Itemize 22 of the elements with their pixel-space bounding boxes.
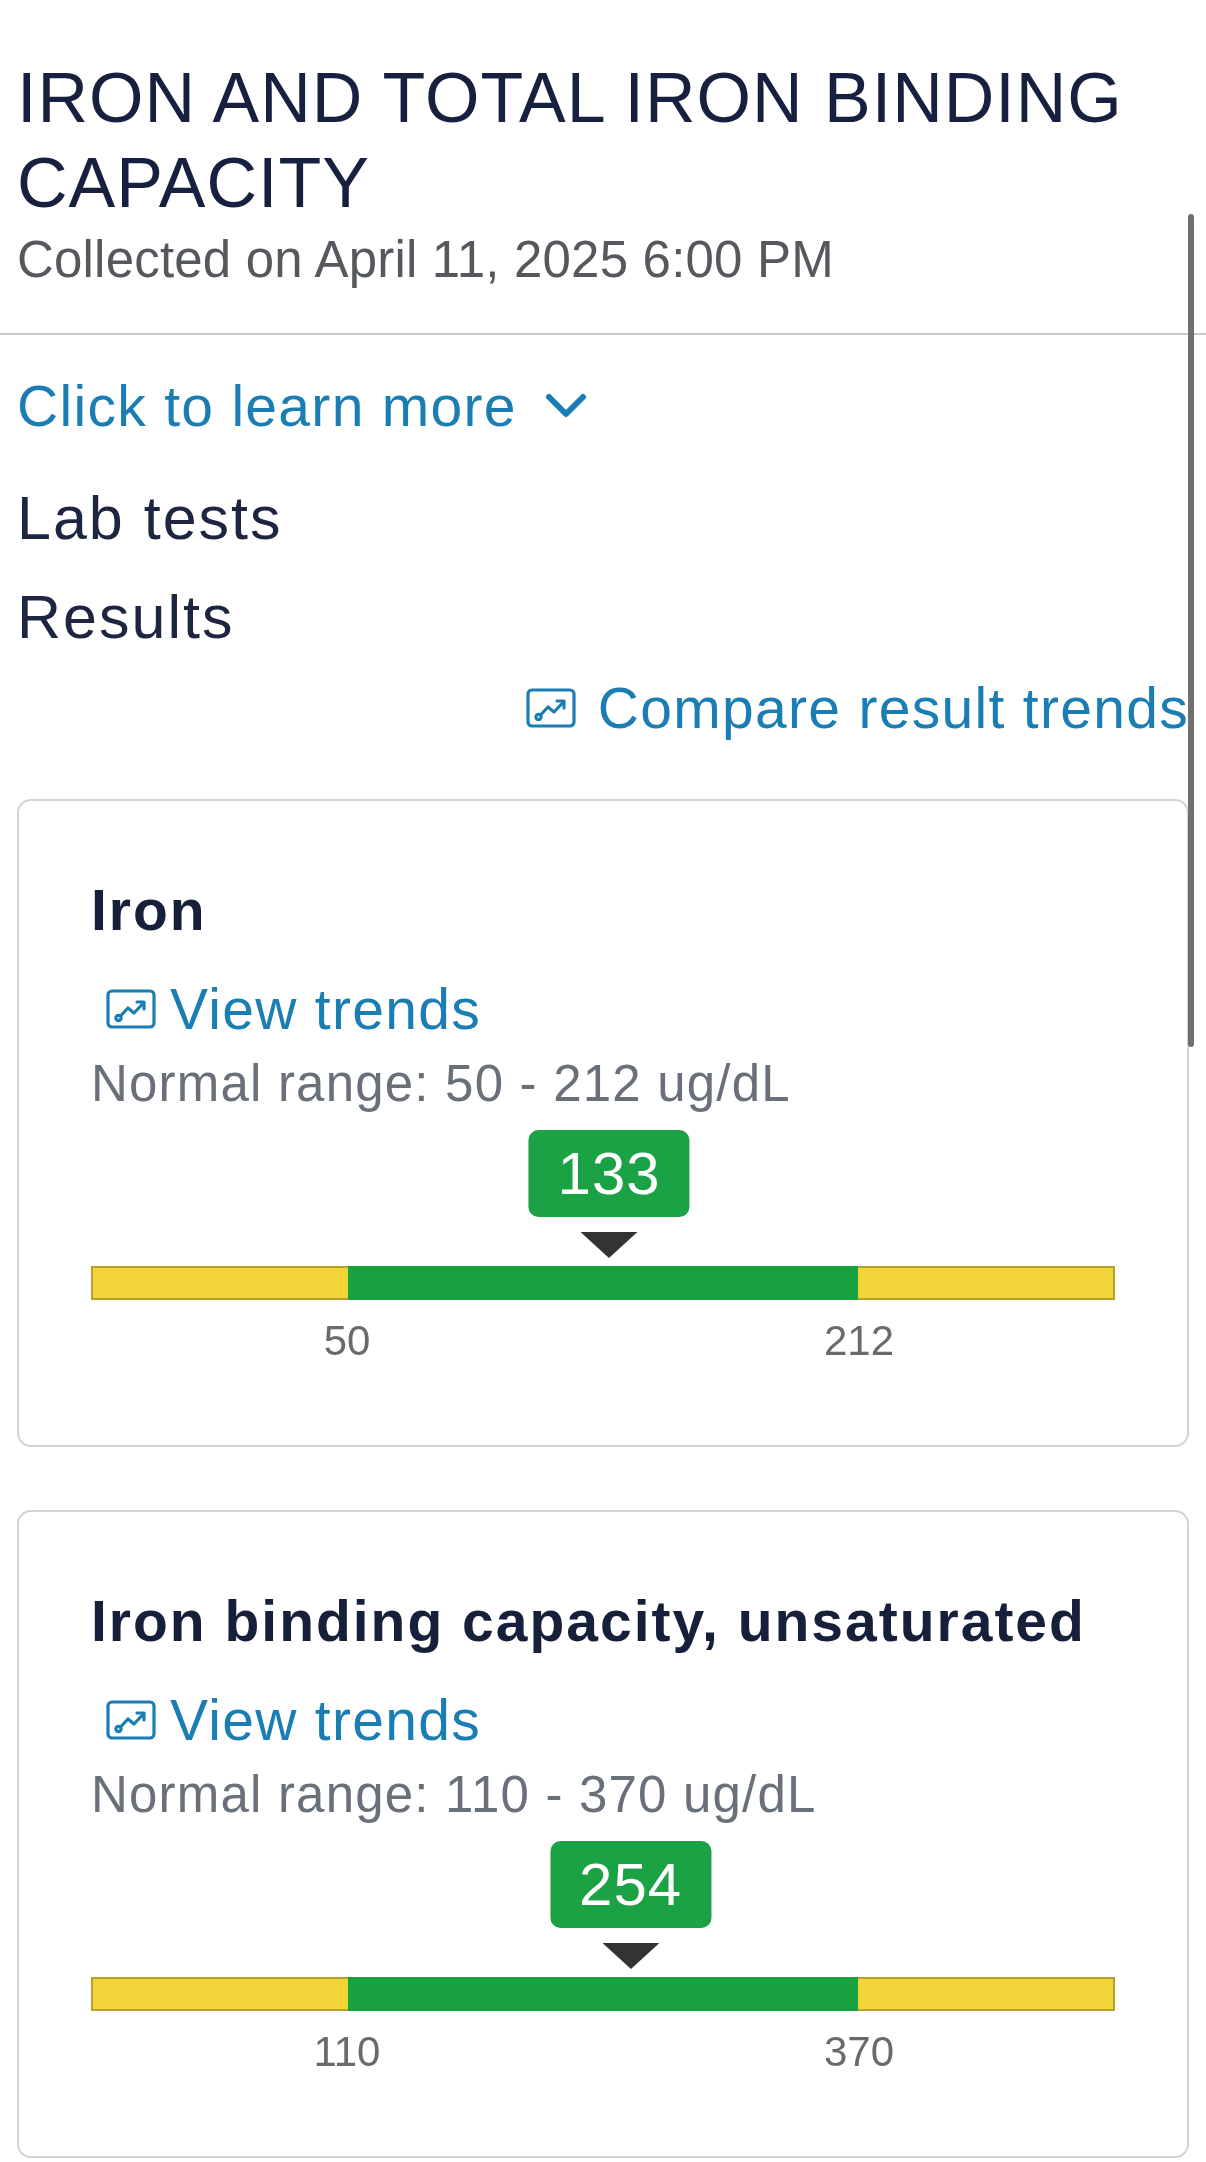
value-badge: 254 [550, 1841, 712, 1928]
test-name: Iron binding capacity, unsaturated [91, 1588, 1087, 1655]
value-badge: 133 [528, 1130, 690, 1217]
normal-range-text: Normal range: 110 - 370 ug/dL [91, 1765, 818, 1825]
range-limit-label: 212 [823, 1316, 895, 1366]
scroll-bar[interactable] [1188, 214, 1194, 1047]
chart-icon [525, 688, 576, 728]
test-name: Iron [91, 877, 208, 944]
section-heading: Results [17, 582, 236, 653]
normal-range-text: Normal range: 50 - 212 ug/dL [91, 1054, 792, 1114]
range-limit-label: 110 [313, 2027, 381, 2077]
compare-trends-link[interactable]: Compare result trends [525, 674, 1189, 742]
learn-more-toggle[interactable]: Click to learn more [17, 372, 587, 440]
chart-icon [106, 1700, 156, 1740]
section-heading: Lab tests [17, 483, 284, 554]
page-title: IRON AND TOTAL IRON BINDING CAPACITY [17, 58, 1124, 224]
range-limit-label: 50 [323, 1316, 371, 1366]
view-trends-link[interactable]: View trends [91, 1686, 482, 1754]
range-limit-label: 370 [823, 2027, 895, 2077]
view-trends-link[interactable]: View trends [91, 975, 482, 1043]
collection-date: Collected on April 11, 2025 6:00 PM [17, 230, 835, 290]
chart-icon [106, 989, 156, 1029]
